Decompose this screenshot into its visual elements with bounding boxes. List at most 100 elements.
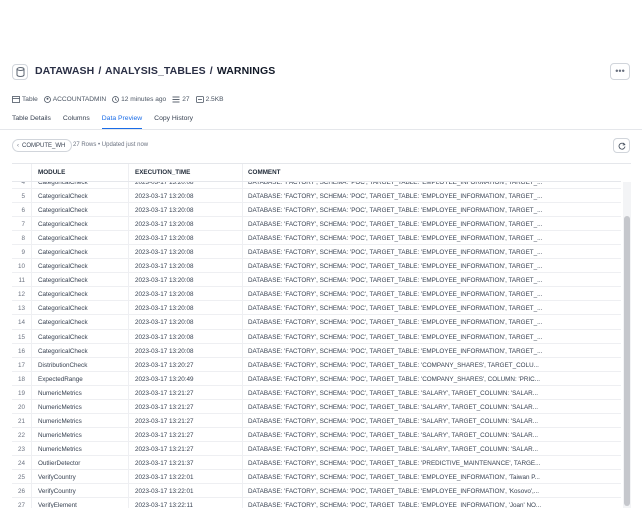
- cell-comment: DATABASE: 'FACTORY', SCHEMA: 'POC', TARG…: [242, 273, 621, 287]
- cell-comment: DATABASE: 'FACTORY', SCHEMA: 'POC', TARG…: [242, 301, 621, 315]
- cell-module: CategoricalCheck: [31, 259, 128, 273]
- row-index: 24: [17, 459, 25, 467]
- cell-module: NumericMetrics: [31, 441, 128, 455]
- row-index: 9: [21, 249, 25, 257]
- warehouse-label: COMPUTE_WH: [22, 142, 66, 149]
- cell-comment: DATABASE: 'FACTORY', SCHEMA: 'POC', TARG…: [242, 371, 621, 385]
- row-index: 15: [17, 333, 25, 341]
- table-row[interactable]: 21 NumericMetrics 2023-03-17 13:21:27 DATAB…: [12, 413, 621, 428]
- cell-execution-time: 2023-03-17 13:20:08: [128, 189, 242, 203]
- table-row[interactable]: 5 CategoricalCheck 2023-03-17 13:20:08 DATA…: [12, 189, 621, 204]
- cell-execution-time: 2023-03-17 13:20:08: [128, 329, 242, 343]
- cell-execution-time: 2023-03-17 13:20:49: [128, 371, 242, 385]
- cell-execution-time: 2023-03-17 13:20:08: [128, 245, 242, 259]
- tab-data-preview[interactable]: Data Preview: [101, 115, 143, 129]
- tab-columns[interactable]: Columns: [63, 115, 90, 129]
- cell-module: NumericMetrics: [31, 399, 128, 413]
- row-index: 16: [17, 347, 25, 355]
- column-header-execution-time[interactable]: EXECUTION_TIME: [128, 164, 242, 181]
- row-index: 11: [18, 277, 25, 285]
- row-index: 13: [17, 305, 25, 313]
- table-row[interactable]: 8 CategoricalCheck 2023-03-17 13:20:08 DATA…: [12, 231, 621, 246]
- cell-comment: DATABASE: 'FACTORY', SCHEMA: 'POC', TARG…: [242, 385, 621, 399]
- cell-execution-time: 2023-03-17 13:20:08: [128, 203, 242, 217]
- cell-module: CategoricalCheck: [31, 245, 128, 259]
- column-header-module[interactable]: MODULE: [31, 164, 128, 181]
- data-grid: 4 CategoricalCheck 2023-03-17 13:20:08 DATA…: [12, 163, 631, 508]
- cell-execution-time: 2023-03-17 13:20:08: [128, 259, 242, 273]
- cell-comment: DATABASE: 'FACTORY', SCHEMA: 'POC', TARG…: [242, 259, 621, 273]
- preview-toolbar: ‹ COMPUTE_WH 27 Rows • Updated just now: [12, 138, 630, 153]
- table-row[interactable]: 20 NumericMetrics 2023-03-17 13:21:27 DATAB…: [12, 399, 621, 414]
- table-row[interactable]: 13 CategoricalCheck 2023-03-17 13:20:08 DAT…: [12, 301, 621, 316]
- meta-updated: 12 minutes ago: [112, 96, 166, 103]
- table-row[interactable]: 16 CategoricalCheck 2023-03-17 13:20:08 DAT…: [12, 343, 621, 358]
- cell-execution-time: 2023-03-17 13:21:27: [128, 441, 242, 455]
- cell-comment: DATABASE: 'FACTORY', SCHEMA: 'POC', TARG…: [242, 343, 621, 357]
- breadcrumb-schema[interactable]: ANALYSIS_TABLES: [105, 65, 206, 77]
- more-options-button[interactable]: •••: [610, 63, 630, 80]
- table-row[interactable]: 24 OutlierDetector 2023-03-17 13:21:37 DATA…: [12, 455, 621, 470]
- meta-owner-label: ACCOUNTADMIN: [52, 95, 107, 103]
- table-row[interactable]: 18 ExpectedRange 2023-03-17 13:20:49 DATABA…: [12, 371, 621, 386]
- rows-icon: [172, 96, 180, 102]
- cell-execution-time: 2023-03-17 13:20:08: [128, 343, 242, 357]
- table-row[interactable]: 12 CategoricalCheck 2023-03-17 13:20:08 DAT…: [12, 287, 621, 302]
- cell-comment: DATABASE: 'FACTORY', SCHEMA: 'POC', TARG…: [242, 441, 621, 455]
- cell-execution-time: 2023-03-17 13:20:08: [128, 273, 242, 287]
- cell-execution-time: 2023-03-17 13:21:27: [128, 427, 242, 441]
- cell-execution-time: 2023-03-17 13:22:11: [128, 498, 242, 508]
- cell-module: OutlierDetector: [31, 455, 128, 469]
- breadcrumb-database[interactable]: DATAWASH: [35, 65, 94, 77]
- table-row[interactable]: 15 CategoricalCheck 2023-03-17 13:20:08 DAT…: [12, 329, 621, 344]
- breadcrumb: DATAWASH / ANALYSIS_TABLES / WARNINGS: [35, 65, 275, 77]
- column-header-comment[interactable]: COMMENT: [242, 164, 621, 181]
- cell-execution-time: 2023-03-17 13:21:37: [128, 455, 242, 469]
- tab-copy-history[interactable]: Copy History: [154, 115, 193, 129]
- cell-module: CategoricalCheck: [31, 231, 128, 245]
- storage-icon: [195, 95, 204, 103]
- cell-comment: DATABASE: 'FACTORY', SCHEMA: 'POC', TARG…: [242, 399, 621, 413]
- cell-module: VerifyCountry: [31, 469, 128, 484]
- table-row[interactable]: 26 VerifyCountry 2023-03-17 13:22:01 DATABA…: [12, 484, 621, 499]
- breadcrumb-separator: /: [98, 65, 102, 77]
- row-index: 20: [17, 403, 25, 411]
- warehouse-selector[interactable]: ‹ COMPUTE_WH: [12, 139, 73, 152]
- cell-execution-time: 2023-03-17 13:22:01: [128, 484, 242, 498]
- page-title: WARNINGS: [216, 65, 276, 77]
- cell-comment: DATABASE: 'FACTORY', SCHEMA: 'POC', TARG…: [242, 413, 621, 427]
- cell-module: CategoricalCheck: [31, 301, 128, 315]
- refresh-button[interactable]: [613, 138, 630, 153]
- cell-execution-time: 2023-03-17 13:20:08: [128, 301, 242, 315]
- scrollbar-thumb[interactable]: [624, 216, 630, 506]
- vertical-scrollbar[interactable]: [623, 182, 631, 508]
- cell-execution-time: 2023-03-17 13:20:27: [128, 357, 242, 371]
- row-index: 23: [17, 445, 25, 453]
- table-row[interactable]: 7 CategoricalCheck 2023-03-17 13:20:08 DATA…: [12, 217, 621, 232]
- table-row[interactable]: 23 NumericMetrics 2023-03-17 13:21:27 DATAB…: [12, 441, 621, 456]
- cell-comment: DATABASE: 'FACTORY', SCHEMA: 'POC', TARG…: [242, 329, 621, 343]
- cell-module: VerifyElement: [31, 498, 128, 508]
- meta-rows-label: 27: [182, 95, 190, 103]
- table-row[interactable]: 22 NumericMetrics 2023-03-17 13:21:27 DATAB…: [12, 427, 621, 442]
- table-row[interactable]: 6 CategoricalCheck 2023-03-17 13:20:08 DATA…: [12, 203, 621, 218]
- cell-comment: DATABASE: 'FACTORY', SCHEMA: 'POC', TARG…: [242, 469, 621, 484]
- table-row[interactable]: 25 VerifyCountry 2023-03-17 13:22:01 DATABA…: [12, 469, 621, 485]
- cell-comment: DATABASE: 'FACTORY', SCHEMA: 'POC', TARG…: [242, 287, 621, 301]
- cell-module: CategoricalCheck: [31, 343, 128, 357]
- cell-module: CategoricalCheck: [31, 203, 128, 217]
- table-row[interactable]: 11 CategoricalCheck 2023-03-17 13:20:08 DAT…: [12, 273, 621, 288]
- page-header: DATAWASH / ANALYSIS_TABLES / WARNINGS ••…: [12, 62, 630, 82]
- row-index: 27: [17, 502, 25, 508]
- table-row[interactable]: 17 DistributionCheck 2023-03-17 13:20:27 DA…: [12, 357, 621, 372]
- table-row[interactable]: 10 CategoricalCheck 2023-03-17 13:20:08 DAT…: [12, 259, 621, 274]
- tab-table-details[interactable]: Table Details: [12, 115, 51, 129]
- user-icon: [43, 95, 51, 103]
- table-row[interactable]: 14 CategoricalCheck 2023-03-17 13:20:08 DAT…: [12, 315, 621, 330]
- cell-module: NumericMetrics: [31, 427, 128, 441]
- refresh-icon: [618, 142, 626, 150]
- table-row[interactable]: 19 NumericMetrics 2023-03-17 13:21:27 DATAB…: [12, 385, 621, 400]
- table-row[interactable]: 9 CategoricalCheck 2023-03-17 13:20:08 DATA…: [12, 245, 621, 260]
- table-row[interactable]: 27 VerifyElement 2023-03-17 13:22:11 DATABA…: [12, 498, 621, 508]
- cell-module: DistributionCheck: [31, 357, 128, 371]
